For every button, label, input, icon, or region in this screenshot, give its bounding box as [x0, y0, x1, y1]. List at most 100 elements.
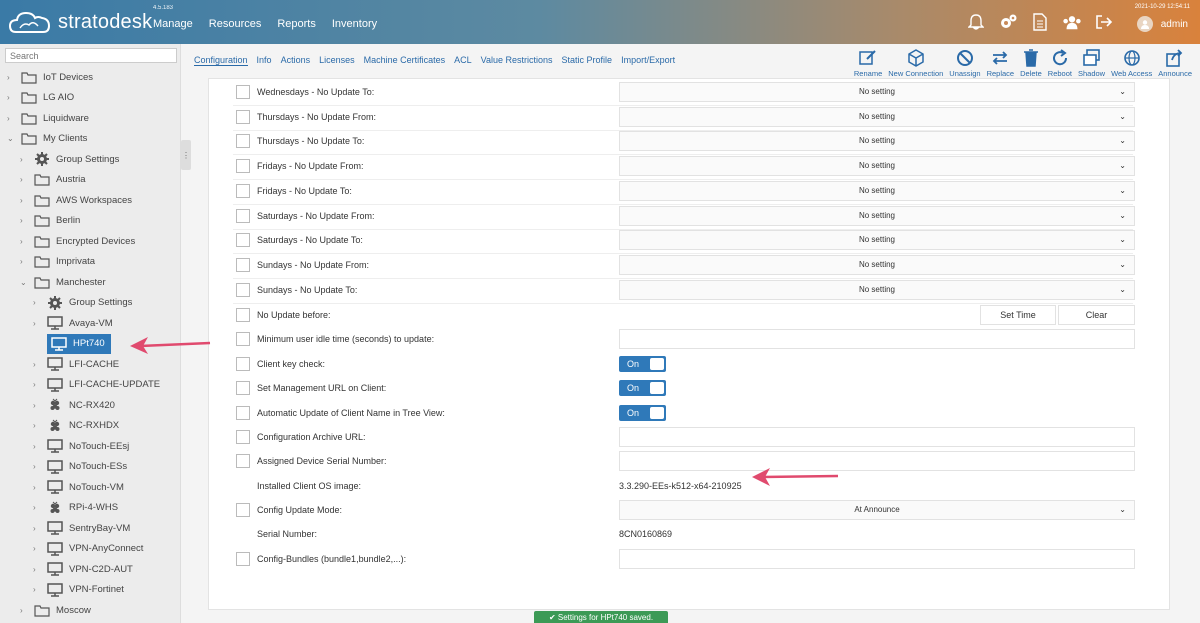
- nav-inventory[interactable]: Inventory: [332, 18, 377, 30]
- chevron-right-icon[interactable]: ›: [33, 401, 43, 410]
- chevron-right-icon[interactable]: ›: [33, 298, 43, 307]
- idle-time-input[interactable]: [619, 329, 1135, 349]
- chevron-right-icon[interactable]: ›: [33, 421, 43, 430]
- replace-button[interactable]: Replace: [987, 48, 1014, 78]
- tab-static-profile[interactable]: Static Profile: [562, 55, 613, 66]
- wed-to-checkbox[interactable]: [236, 85, 250, 99]
- sat-from-select[interactable]: No setting ⌄: [619, 206, 1135, 226]
- sun-to-select[interactable]: No setting ⌄: [619, 280, 1135, 300]
- search-input[interactable]: [5, 48, 177, 63]
- fri-to-select[interactable]: No setting ⌄: [619, 181, 1135, 201]
- sidebar-item-nc-rxhdx[interactable]: › NC-RXHDX: [33, 416, 119, 436]
- chevron-right-icon[interactable]: ›: [33, 360, 43, 369]
- clear-button[interactable]: Clear: [1058, 305, 1135, 325]
- sun-from-checkbox[interactable]: [236, 258, 250, 272]
- sidebar-item-hpt740[interactable]: HPt740: [47, 333, 111, 354]
- chevron-right-icon[interactable]: ›: [33, 319, 43, 328]
- bundles-input[interactable]: [619, 549, 1135, 569]
- gears-icon[interactable]: [998, 12, 1018, 32]
- sidebar-item-vpn-fortinet[interactable]: › VPN-Fortinet: [33, 580, 124, 600]
- chevron-right-icon[interactable]: ›: [33, 483, 43, 492]
- sidebar-item-iot-devices[interactable]: › IoT Devices: [7, 67, 93, 87]
- tab-import-export[interactable]: Import/Export: [621, 55, 675, 66]
- new-connection-button[interactable]: New Connection: [888, 48, 943, 78]
- wed-to-select[interactable]: No setting ⌄: [619, 82, 1135, 102]
- sun-from-select[interactable]: No setting ⌄: [619, 255, 1135, 275]
- serial-assigned-checkbox[interactable]: [236, 454, 250, 468]
- bell-icon[interactable]: [966, 12, 986, 32]
- sat-to-checkbox[interactable]: [236, 233, 250, 247]
- sidebar-item-liquidware[interactable]: › Liquidware: [7, 108, 89, 128]
- chevron-right-icon[interactable]: ›: [33, 380, 43, 389]
- sidebar-item-avaya-vm[interactable]: › Avaya-VM: [33, 313, 113, 333]
- serial-assigned-input[interactable]: [619, 451, 1135, 471]
- chevron-right-icon[interactable]: ›: [20, 216, 30, 225]
- thu-from-checkbox[interactable]: [236, 110, 250, 124]
- client-key-checkbox[interactable]: [236, 357, 250, 371]
- sidebar-item-lfi-cache[interactable]: › LFI-CACHE: [33, 354, 119, 374]
- sidebar-item-notouch-vm[interactable]: › NoTouch-VM: [33, 477, 124, 497]
- tab-value-restrictions[interactable]: Value Restrictions: [481, 55, 553, 66]
- sidebar-item-aws-workspaces[interactable]: › AWS Workspaces: [20, 190, 132, 210]
- sidebar-item-notouch-eesj[interactable]: › NoTouch-EEsj: [33, 436, 129, 456]
- client-key-toggle[interactable]: On: [619, 356, 666, 372]
- chevron-right-icon[interactable]: ›: [20, 196, 30, 205]
- chevron-right-icon[interactable]: ›: [33, 462, 43, 471]
- sidebar-item-sentrybay-vm[interactable]: › SentryBay-VM: [33, 518, 130, 538]
- chevron-down-icon[interactable]: ⌄: [7, 134, 17, 143]
- sat-to-select[interactable]: No setting ⌄: [619, 230, 1135, 250]
- chevron-right-icon[interactable]: ›: [33, 442, 43, 451]
- sidebar-item-lfi-cache-update[interactable]: › LFI-CACHE-UPDATE: [33, 375, 160, 395]
- chevron-right-icon[interactable]: ›: [33, 524, 43, 533]
- user-menu[interactable]: admin: [1136, 16, 1188, 32]
- tab-licenses[interactable]: Licenses: [319, 55, 355, 66]
- reboot-button[interactable]: Reboot: [1048, 48, 1072, 78]
- chevron-right-icon[interactable]: ›: [20, 175, 30, 184]
- chevron-down-icon[interactable]: ⌄: [20, 278, 30, 287]
- sidebar-item-austria[interactable]: › Austria: [20, 170, 86, 190]
- sidebar-item-imprivata[interactable]: › Imprivata: [20, 252, 95, 272]
- mgmt-url-toggle[interactable]: On: [619, 380, 666, 396]
- sidebar-item-nc-rx420[interactable]: › NC-RX420: [33, 395, 115, 415]
- fri-to-checkbox[interactable]: [236, 184, 250, 198]
- chevron-right-icon[interactable]: ›: [7, 114, 17, 123]
- tab-machine-certificates[interactable]: Machine Certificates: [364, 55, 446, 66]
- nav-reports[interactable]: Reports: [277, 18, 316, 30]
- chevron-right-icon[interactable]: ›: [7, 73, 17, 82]
- tab-configuration[interactable]: Configuration: [194, 55, 248, 66]
- chevron-right-icon[interactable]: ›: [33, 565, 43, 574]
- delete-button[interactable]: Delete: [1020, 48, 1042, 78]
- thu-from-select[interactable]: No setting ⌄: [619, 107, 1135, 127]
- sidebar-item-vpn-c2d-aut[interactable]: › VPN-C2D-AUT: [33, 559, 133, 579]
- thu-to-select[interactable]: No setting ⌄: [619, 131, 1135, 151]
- chevron-right-icon[interactable]: ›: [20, 606, 30, 615]
- archive-url-checkbox[interactable]: [236, 430, 250, 444]
- sidebar-item-encrypted-devices[interactable]: › Encrypted Devices: [20, 231, 135, 251]
- chevron-right-icon[interactable]: ›: [33, 544, 43, 553]
- chevron-right-icon[interactable]: ›: [20, 155, 30, 164]
- sat-from-checkbox[interactable]: [236, 209, 250, 223]
- splitter-handle[interactable]: ⋮: [181, 140, 191, 170]
- sidebar-item-my-clients[interactable]: ⌄ My Clients: [7, 129, 87, 149]
- sidebar-item-berlin[interactable]: › Berlin: [20, 211, 80, 231]
- sidebar-item-vpn-anyconnect[interactable]: › VPN-AnyConnect: [33, 539, 143, 559]
- fri-from-select[interactable]: No setting ⌄: [619, 156, 1135, 176]
- tab-acl[interactable]: ACL: [454, 55, 472, 66]
- sidebar-item-group-settings[interactable]: › Group Settings: [33, 293, 132, 313]
- chevron-right-icon[interactable]: ›: [7, 93, 17, 102]
- fri-from-checkbox[interactable]: [236, 159, 250, 173]
- sidebar-item-rpi-4-whs[interactable]: › RPi-4-WHS: [33, 498, 118, 518]
- unassign-button[interactable]: Unassign: [949, 48, 981, 78]
- sidebar-item-moscow[interactable]: › Moscow: [20, 600, 91, 620]
- web-access-button[interactable]: Web Access: [1111, 48, 1152, 78]
- chevron-right-icon[interactable]: ›: [33, 503, 43, 512]
- rename-button[interactable]: Rename: [854, 48, 882, 78]
- chevron-right-icon[interactable]: ›: [33, 585, 43, 594]
- thu-to-checkbox[interactable]: [236, 134, 250, 148]
- sidebar-item-group-settings[interactable]: › Group Settings: [20, 149, 119, 169]
- sun-to-checkbox[interactable]: [236, 283, 250, 297]
- auto-update-name-toggle[interactable]: On: [619, 405, 666, 421]
- users-icon[interactable]: [1062, 12, 1082, 32]
- sidebar-item-lg-aio[interactable]: › LG AIO: [7, 88, 74, 108]
- archive-url-input[interactable]: [619, 427, 1135, 447]
